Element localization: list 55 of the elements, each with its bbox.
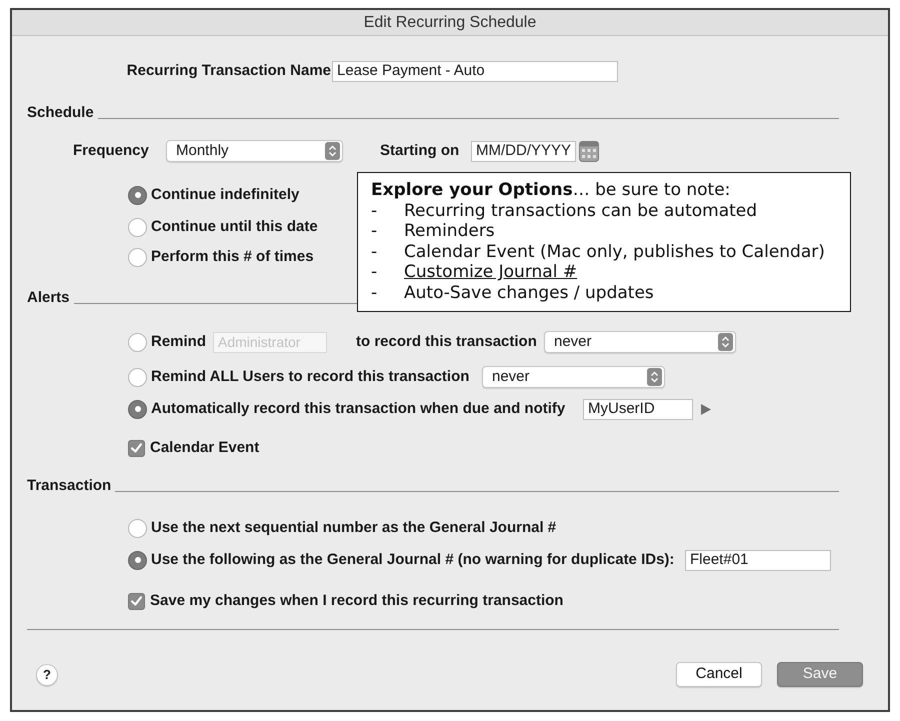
note-item: Recurring transactions can be automated [404,200,758,221]
list-marker: - [371,221,378,242]
checkmark-icon [131,443,142,453]
option-label: Remind ALL Users to record this transaction [151,366,470,387]
note-item: Customize Journal # [404,262,578,282]
date-field[interactable]: MM/DD/YYYY [471,140,576,162]
option-label: Save my changes when I record this recurring transaction [150,590,564,611]
stepper-icon [325,142,340,160]
checkbox[interactable] [128,440,145,456]
list-marker: - [371,242,378,262]
radio-button[interactable] [128,186,147,204]
note-item: Auto-Save changes / updates [404,282,654,303]
section-heading: Transaction [27,477,112,495]
journal-number-field[interactable]: Fleet#01 [685,550,831,570]
radio-button[interactable] [128,248,147,266]
note-heading: Explore your Options… be sure to note: [371,180,732,200]
list-marker: - [371,200,378,221]
radio-button[interactable] [128,518,147,538]
window-title: Edit Recurring Schedule [364,12,536,32]
option-label: Perform this # of times [151,246,314,267]
calendar-icon[interactable] [579,140,599,162]
option-label: Continue indefinitely [151,184,300,205]
radio-button[interactable] [128,400,147,418]
checkbox[interactable] [128,592,145,610]
section-heading: Alerts [27,289,70,307]
reminder-select[interactable]: never [482,366,665,388]
frequency-select[interactable]: Monthly [166,140,343,162]
list-marker: - [371,262,378,282]
radio-button[interactable] [128,550,147,570]
stepper-icon [718,333,733,351]
option-label: Remind [151,332,206,352]
option-label: Use the following as the General Journal # (no warning for duplicate IDs): [151,550,674,570]
list-marker: - [371,282,378,303]
name-field[interactable]: Lease Payment - Auto [332,60,618,82]
field-label: Starting on [380,140,460,161]
checkmark-icon [131,596,142,606]
option-label: Calendar Event [150,438,260,458]
reminder-select[interactable]: never [544,331,736,353]
triangle-icon[interactable] [701,404,711,414]
section-heading: Schedule [27,104,94,122]
option-label: Automatically record this transaction when due and notify [151,398,566,419]
notify-user-field[interactable]: MyUserID [583,398,693,420]
radio-button[interactable] [128,218,147,236]
option-label: Use the next sequential number as the General Journal # [151,518,556,538]
field-label: Recurring Transaction Name [126,60,331,81]
field-label: Frequency [73,140,149,161]
option-label: to record this transaction [356,332,537,352]
stepper-icon [647,368,662,386]
radio-button[interactable] [128,332,147,352]
option-label: Continue until this date [151,216,318,237]
cancel-button[interactable]: Cancel [676,662,762,687]
note-item: Calendar Event (Mac only, publishes to Calendar) [404,242,825,262]
help-button[interactable]: ? [36,664,58,686]
radio-button[interactable] [128,368,147,386]
note-item: Reminders [404,221,495,242]
